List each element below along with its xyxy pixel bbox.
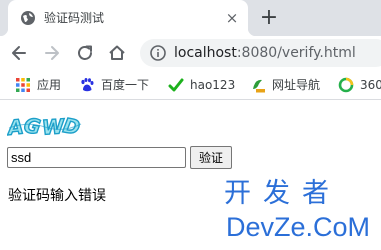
apps-grid-icon <box>15 77 31 93</box>
reload-button[interactable] <box>74 42 96 64</box>
bookmarks-bar: 应用 百度一下 hao123 网址导航 360 <box>0 70 381 100</box>
back-arrow-icon <box>12 46 26 60</box>
baidu-paw-icon <box>79 77 95 93</box>
toolbar: localhost:8080/verify.html <box>0 36 381 70</box>
bookmark-apps[interactable]: 应用 <box>15 76 67 94</box>
web-nav-icon <box>250 77 266 93</box>
svg-text:D: D <box>61 113 82 139</box>
page-content: A G W D 验证 验证码输入错误 开发者 DevZe.CoM <box>0 101 381 250</box>
forward-button[interactable] <box>41 42 63 64</box>
address-bar[interactable]: localhost:8080/verify.html <box>140 39 381 67</box>
browser-tab[interactable]: 验证码测试 × <box>0 0 256 36</box>
bookmark-label: 百度一下 <box>101 78 150 92</box>
bookmark-label: 360 <box>360 78 381 92</box>
new-tab-button[interactable]: + <box>258 7 280 29</box>
back-button[interactable] <box>8 42 30 64</box>
tab-title: 验证码测试 <box>44 11 105 25</box>
bookmark-web-nav[interactable]: 网址导航 <box>250 76 328 94</box>
svg-text:G: G <box>23 113 43 139</box>
home-button[interactable] <box>106 42 128 64</box>
captcha-code-input[interactable] <box>7 147 186 168</box>
bookmark-hao123[interactable]: hao123 <box>168 76 238 94</box>
reload-icon <box>78 45 92 60</box>
watermark-cn: 开发者 <box>224 178 341 209</box>
url-host: localhost <box>174 45 237 61</box>
bookmark-label: hao123 <box>190 78 236 92</box>
bookmark-360[interactable]: 360 <box>338 76 381 94</box>
globe-icon <box>20 10 36 26</box>
360-icon <box>338 77 354 93</box>
error-message: 验证码输入错误 <box>8 188 106 204</box>
hao123-icon <box>168 77 184 93</box>
bookmark-label: 网址导航 <box>272 78 321 92</box>
home-icon <box>109 45 125 60</box>
verify-button[interactable]: 验证 <box>190 146 232 169</box>
url-text: localhost:8080/verify.html <box>174 43 356 63</box>
watermark-en: DevZe.CoM <box>226 212 371 242</box>
close-tab-icon[interactable]: × <box>224 10 240 26</box>
tab-strip: 验证码测试 × + <box>0 0 381 36</box>
bookmark-baidu[interactable]: 百度一下 <box>79 76 155 94</box>
url-path: :8080/verify.html <box>236 45 356 61</box>
forward-arrow-icon <box>45 46 59 60</box>
captcha-image[interactable]: A G W D <box>4 112 83 141</box>
bookmark-label: 应用 <box>37 78 62 92</box>
info-icon[interactable] <box>150 45 166 61</box>
